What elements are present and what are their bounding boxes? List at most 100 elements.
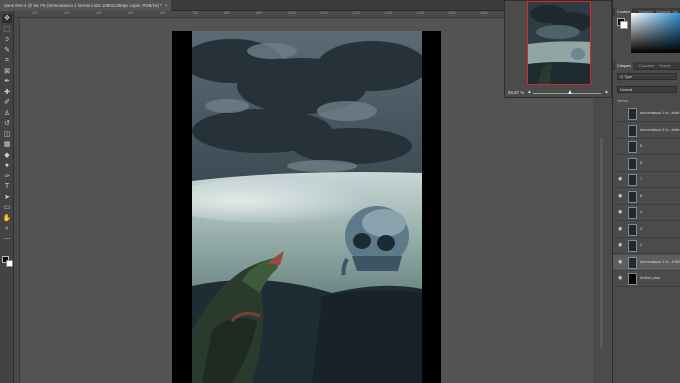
layer-name: 2 [640,243,643,247]
horizontal-ruler[interactable]: 200 300 400 500 600 700 800 900 1000 1100 1200 1300… [14,11,508,18]
blur-tool-icon[interactable]: ◆ [2,151,12,160]
layer-row[interactable]: ◉ Arrière-plan [613,271,680,287]
visibility-eye-icon[interactable] [618,128,624,132]
visibility-eye-icon[interactable]: ◉ [618,243,624,248]
layer-thumbnail [628,157,637,170]
navigator-panel: 66,67 % ▲ ▲ [504,0,612,98]
history-brush-tool-icon[interactable]: ↺ [2,119,12,128]
gradient-tool-icon[interactable]: ▦ [2,140,12,149]
tab-calques[interactable]: Calques [615,62,633,70]
visibility-eye-icon[interactable]: ◉ [618,210,624,215]
more-tools-icon[interactable]: ⋯ [2,235,12,244]
ruler-number: 1400 [416,11,424,15]
layer-row[interactable]: ◉ 3 [613,221,680,238]
visibility-eye-icon[interactable] [618,144,624,148]
healing-brush-tool-icon[interactable]: ✚ [2,88,12,97]
ruler-number: 800 [224,11,230,15]
photoshop-window: Sans titre-4 @ 66,7% (tormentasoo 1 form… [0,0,680,383]
visibility-eye-icon[interactable] [618,161,624,165]
layer-thumbnail [628,141,637,153]
foreground-color-chip[interactable] [620,21,628,29]
layer-thumbnail [628,207,637,219]
visibility-eye-icon[interactable]: ◉ [618,193,624,198]
ruler-number: 1600 [480,11,488,15]
ruler-number: 900 [256,11,262,15]
navigator-thumbnail-art [528,2,590,84]
layer-row[interactable]: ◉ 4 [613,205,680,221]
tab-couches[interactable]: Couches [637,62,656,70]
tab-couleur[interactable]: Couleur [615,8,633,16]
layer-name: Arrière-plan [640,276,660,280]
layer-thumbnail [628,190,637,203]
eraser-tool-icon[interactable]: ◫ [2,130,12,139]
layer-name: 8 [640,193,643,198]
ruler-number: 500 [128,11,134,15]
hand-tool-icon[interactable]: ✋ [2,214,12,223]
brush-tool-icon[interactable]: ✐ [2,98,12,107]
rectangle-tool-icon[interactable]: ▭ [2,203,12,212]
blend-mode-select[interactable]: Normal [617,86,677,93]
visibility-eye-icon[interactable]: ◉ [618,177,624,182]
zoom-out-icon[interactable]: ▲ [527,89,532,95]
ruler-number: 400 [96,11,102,15]
document-tab[interactable]: Sans titre-4 @ 66,7% (tormentasoo 1 form… [0,0,172,11]
document-canvas[interactable] [172,31,441,383]
visibility-eye-icon[interactable]: ◉ [618,276,624,281]
ruler-number: 1500 [448,11,456,15]
layer-row[interactable]: tormentasoo 2 fo...itoile [613,122,680,139]
eyedropper-tool-icon[interactable]: ✒ [2,77,12,86]
layer-row[interactable]: ◉ tormentasoo 1 fo...1080x [613,254,680,271]
ruler-number: 200 [32,11,38,15]
layers-list: tormentasoo 1 fo...itoile tormentasoo 2 f… [613,106,680,296]
pen-tool-icon[interactable]: ✑ [2,172,12,181]
layer-row[interactable]: tormentasoo 1 fo...itoile [613,106,680,122]
layer-row[interactable]: ◉ 7 [613,172,680,188]
dodge-tool-icon[interactable]: ● [2,161,12,170]
layer-filter-select[interactable]: Q Type [617,73,677,80]
layer-name: 7 [640,177,643,181]
navigator-preview[interactable] [527,1,591,85]
document-tab-title: Sans titre-4 @ 66,7% (tormentasoo 1 form… [4,3,162,8]
zoom-in-icon[interactable]: ▲ [604,89,609,95]
zoom-tool-icon[interactable]: ⌕ [2,224,12,233]
path-select-tool-icon[interactable]: ➤ [2,193,12,202]
move-tool-icon[interactable]: ✥ [2,14,12,23]
type-tool-icon[interactable]: T [2,182,12,191]
ruler-number: 1100 [320,11,328,15]
layer-name: tormentasoo 2 fo...itoile [640,127,680,132]
tab-traces[interactable]: Tracés [657,62,672,70]
layer-thumbnail [628,223,637,236]
layer-row[interactable]: 5 [613,139,680,155]
clone-stamp-tool-icon[interactable]: ♙ [2,109,12,118]
visibility-eye-icon[interactable]: ◉ [618,259,624,264]
color-picker-field[interactable] [631,13,680,53]
quick-select-tool-icon[interactable]: ✎ [2,46,12,55]
ruler-number: 700 [192,11,198,15]
layer-thumbnail [628,108,637,120]
crop-tool-icon[interactable]: ⌗ [2,56,12,65]
right-panels: Couleur Nuancie Dégradé Mo Calques Couch… [612,0,680,383]
ruler-number: 600 [160,11,166,15]
layer-thumbnail [628,124,637,137]
layer-row[interactable]: 6 [613,155,680,172]
zoom-value[interactable]: 66,67 % [508,90,524,95]
zoom-slider[interactable] [533,93,601,94]
ruler-number: 1300 [384,11,392,15]
vertical-ruler[interactable] [14,18,20,383]
layer-name: 3 [640,226,643,231]
marquee-tool-icon[interactable]: ⬚ [2,25,12,34]
close-icon[interactable]: × [165,3,168,8]
visibility-eye-icon[interactable]: ◉ [618,226,624,231]
lasso-tool-icon[interactable]: ↄ [2,35,12,44]
layer-thumbnail [628,273,637,285]
visibility-eye-icon[interactable] [618,111,624,115]
artwork [172,31,441,383]
layer-row[interactable]: ◉ 8 [613,188,680,205]
layer-thumbnail [628,240,637,252]
background-color-swatch[interactable] [6,260,13,267]
zoom-slider-knob[interactable] [568,90,573,94]
frame-tool-icon[interactable]: ⊠ [2,67,12,76]
layer-row[interactable]: ◉ 2 [613,238,680,254]
panel-scrollbar[interactable] [600,138,603,348]
ruler-numbers: 200 300 400 500 600 700 800 900 1000 1100 1200 1300… [14,11,508,18]
